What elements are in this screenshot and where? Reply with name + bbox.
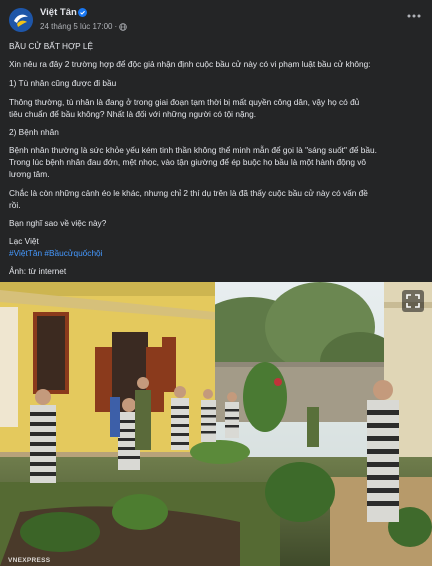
case2-text-line-2: Trong lúc bệnh nhân đau đớn, mệt nhọc, v… <box>9 157 367 167</box>
post-author: Lạc Việt <box>9 236 39 246</box>
more-options-icon[interactable] <box>406 12 422 20</box>
case2-heading: 2) Bệnh nhân <box>9 127 59 137</box>
photo-credit: Ảnh: từ internet <box>9 266 67 276</box>
post-intro: Xin nêu ra đây 2 trường hợp để độc giả n… <box>9 59 371 69</box>
meta-separator: · <box>114 22 118 31</box>
post-question: Bạn nghĩ sao về việc này? <box>9 218 107 228</box>
expand-icon[interactable] <box>402 290 424 312</box>
hashtag-viet-tan[interactable]: #ViệtTân <box>9 248 42 258</box>
case2-text-line-3: lương tâm. <box>9 169 50 179</box>
post-meta: 24 tháng 5 lúc 17:00 · <box>40 22 127 31</box>
page-name-link[interactable]: Việt Tân <box>40 7 77 18</box>
post-photo[interactable]: VNEXPRESS <box>0 282 432 566</box>
case1-text-line-2: tiêu chuẩn để bầu không? Nhất là đối với… <box>9 109 257 119</box>
facebook-post: Việt Tân 24 tháng 5 lúc 17:00 · BẦU CỬ B… <box>0 0 432 566</box>
case1-text-line-1: Thông thường, tù nhân là đang ở trong gi… <box>9 97 360 107</box>
post-timestamp[interactable]: 24 tháng 5 lúc 17:00 <box>40 22 113 31</box>
conclusion-line-1: Chắc là còn những cảnh éo le khác, nhưng… <box>9 188 368 198</box>
hashtag-row: #ViệtTân #Bầucửquốchội <box>9 247 425 259</box>
case2-text-line-1: Bệnh nhân thường là sức khỏe yếu kém tin… <box>9 145 377 155</box>
hashtag-bau-cu-quoc-hoi[interactable]: #Bầucửquốchội <box>44 248 102 258</box>
prison-yard-photo <box>0 282 432 566</box>
photo-watermark: VNEXPRESS <box>8 557 51 564</box>
globe-icon <box>119 22 127 31</box>
post-title: BẦU CỬ BẤT HỢP LỆ <box>9 41 93 51</box>
case1-heading: 1) Tù nhân cũng được đi bầu <box>9 78 117 88</box>
verified-badge-icon <box>78 7 87 17</box>
post-header: Việt Tân 24 tháng 5 lúc 17:00 · <box>0 0 432 40</box>
conclusion-line-2: rồi. <box>9 200 21 210</box>
viet-tan-logo-icon[interactable] <box>9 8 33 32</box>
